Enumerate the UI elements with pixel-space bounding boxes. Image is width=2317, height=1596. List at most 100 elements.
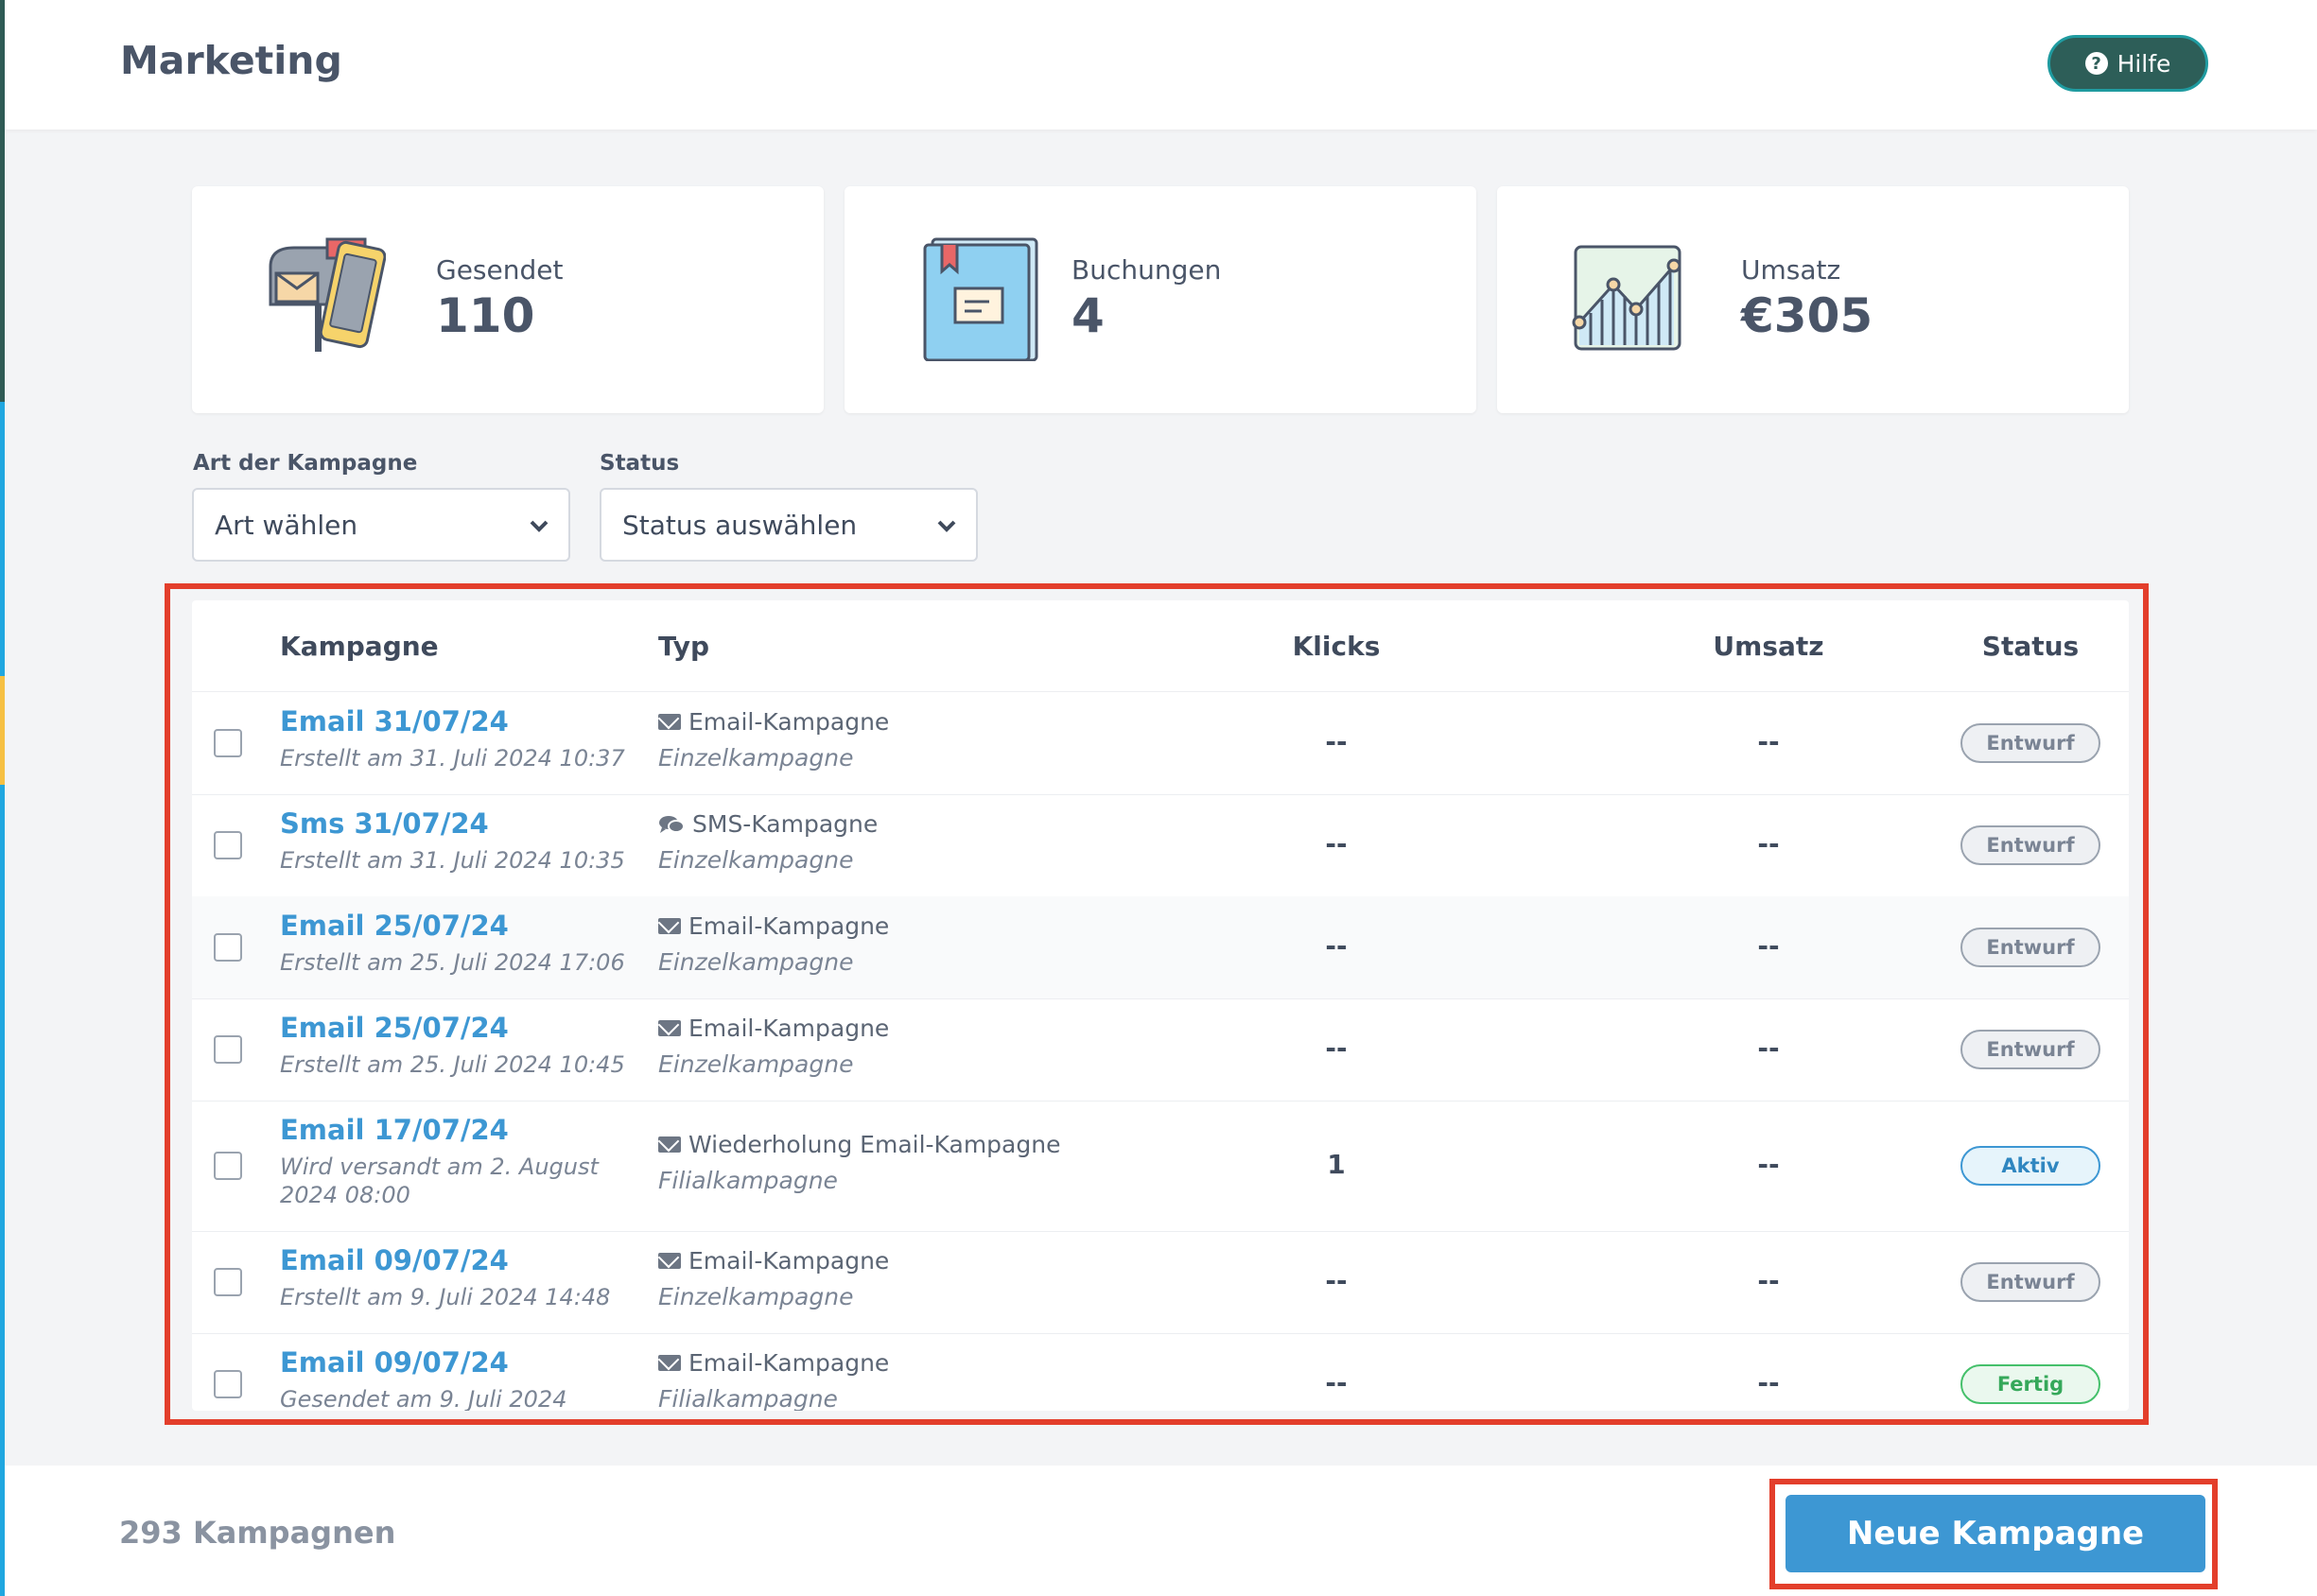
question-circle-icon: ? — [2084, 52, 2108, 75]
campaign-name-link[interactable]: Email 25/07/24 — [280, 1012, 509, 1044]
help-button[interactable]: ? Hilfe — [2047, 35, 2208, 92]
campaign-subtype: Filialkampagne — [658, 1167, 838, 1194]
status-badge: Entwurf — [1960, 1030, 2100, 1069]
select-value: Status auswählen — [622, 509, 858, 541]
revenue-value: -- — [1757, 726, 1780, 757]
col-header-clicks[interactable]: Klicks — [1280, 631, 1393, 662]
envelope-icon — [658, 1355, 681, 1371]
filter-type-label: Art der Kampagne — [193, 451, 418, 476]
envelope-icon — [658, 714, 681, 730]
row-checkbox[interactable] — [214, 1035, 242, 1064]
row-checkbox[interactable] — [214, 831, 242, 859]
campaign-name-link[interactable]: Email 17/07/24 — [280, 1114, 509, 1146]
table-row[interactable]: Email 09/07/24 Erstellt am 9. Juli 2024 … — [192, 1231, 2129, 1334]
help-label: Hilfe — [2117, 49, 2171, 78]
campaign-subtype: Einzelkampagne — [658, 846, 854, 874]
clicks-value: -- — [1325, 726, 1348, 757]
campaign-name-link[interactable]: Email 31/07/24 — [280, 705, 509, 737]
status-badge: Entwurf — [1960, 1262, 2100, 1302]
campaign-type-label: Email-Kampagne — [688, 1247, 890, 1275]
stat-label: Gesendet — [436, 254, 564, 286]
campaign-subtype: Einzelkampagne — [658, 1050, 854, 1078]
campaign-type: SMS-Kampagne — [658, 810, 878, 838]
table-row[interactable]: Email 09/07/24 Gesendet am 9. Juli 2024 … — [192, 1333, 2129, 1411]
table-row[interactable]: Email 25/07/24 Erstellt am 25. Juli 2024… — [192, 896, 2129, 999]
campaign-name-link[interactable]: Email 09/07/24 — [280, 1244, 509, 1276]
campaign-date: Gesendet am 9. Juli 2024 09:49 — [280, 1386, 567, 1411]
col-header-revenue[interactable]: Umsatz — [1712, 631, 1825, 662]
campaign-type: Email-Kampagne — [658, 1247, 889, 1275]
stat-card-sent: Gesendet 110 — [192, 186, 824, 413]
campaign-type-label: Email-Kampagne — [688, 708, 890, 736]
campaign-count: 293 Kampagnen — [119, 1515, 396, 1551]
revenue-value: -- — [1757, 1149, 1780, 1180]
campaign-date: Erstellt am 31. Juli 2024 10:35 — [280, 847, 625, 874]
campaign-date: Erstellt am 31. Juli 2024 10:37 — [280, 745, 625, 772]
campaign-name-link[interactable]: Email 25/07/24 — [280, 910, 509, 942]
clicks-value: -- — [1325, 1032, 1348, 1064]
row-checkbox[interactable] — [214, 1268, 242, 1296]
revenue-chart-icon — [1572, 245, 1681, 351]
campaign-date: Erstellt am 9. Juli 2024 14:48 — [280, 1284, 611, 1310]
table-row[interactable]: Email 17/07/24 Wird versandt am 2. Augus… — [192, 1101, 2129, 1232]
campaign-type: Email-Kampagne — [658, 1015, 889, 1042]
envelope-icon — [658, 918, 681, 934]
stat-value: 4 — [1071, 288, 1105, 343]
campaign-name-link[interactable]: Email 09/07/24 — [280, 1346, 509, 1379]
clicks-value: -- — [1325, 1367, 1348, 1398]
table-row[interactable]: Sms 31/07/24 Erstellt am 31. Juli 2024 1… — [192, 794, 2129, 897]
mailbox-phone-icon — [269, 237, 386, 352]
row-checkbox[interactable] — [214, 1152, 242, 1180]
campaign-type: Email-Kampagne — [658, 708, 889, 736]
revenue-value: -- — [1757, 1265, 1780, 1296]
clicks-value: -- — [1325, 930, 1348, 962]
chevron-down-icon — [937, 520, 956, 532]
status-badge: Aktiv — [1960, 1146, 2100, 1186]
row-checkbox[interactable] — [214, 933, 242, 962]
status-badge: Entwurf — [1960, 825, 2100, 865]
revenue-value: -- — [1757, 1032, 1780, 1064]
chevron-down-icon — [530, 520, 549, 532]
stat-card-revenue: Umsatz €305 — [1497, 186, 2129, 413]
new-campaign-button[interactable]: Neue Kampagne — [1786, 1495, 2205, 1572]
campaign-type-label: Email-Kampagne — [688, 1015, 890, 1042]
revenue-value: -- — [1757, 828, 1780, 859]
row-checkbox[interactable] — [214, 1370, 242, 1398]
campaign-name-link[interactable]: Sms 31/07/24 — [280, 807, 489, 840]
status-badge: Entwurf — [1960, 928, 2100, 967]
campaign-type-label: SMS-Kampagne — [692, 810, 879, 838]
campaign-type-select[interactable]: Art wählen — [192, 488, 570, 562]
table-row[interactable]: Email 25/07/24 Erstellt am 25. Juli 2024… — [192, 998, 2129, 1102]
col-header-type[interactable]: Typ — [658, 631, 709, 662]
col-header-campaign[interactable]: Kampagne — [280, 631, 439, 662]
campaign-subtype: Einzelkampagne — [658, 744, 854, 772]
page-footer: 293 Kampagnen Neue Kampagne — [5, 1466, 2317, 1596]
campaign-type-label: Wiederholung Email-Kampagne — [688, 1131, 1061, 1158]
stat-label: Umsatz — [1741, 254, 1841, 286]
sidebar-edge — [0, 676, 5, 785]
campaign-date: Erstellt am 25. Juli 2024 10:45 — [280, 1051, 625, 1078]
revenue-value: -- — [1757, 1367, 1780, 1398]
campaign-subtype: Einzelkampagne — [658, 948, 854, 976]
campaign-table: Kampagne Typ Klicks Umsatz Status Email … — [192, 600, 2129, 1411]
chat-bubbles-icon — [659, 815, 685, 833]
stat-card-bookings: Buchungen 4 — [845, 186, 1476, 413]
select-value: Art wählen — [215, 509, 358, 541]
campaign-type: Email-Kampagne — [658, 912, 889, 940]
status-select[interactable]: Status auswählen — [600, 488, 978, 562]
campaign-type-label: Email-Kampagne — [688, 1349, 890, 1377]
col-header-status[interactable]: Status — [1960, 631, 2100, 662]
clicks-value: -- — [1325, 1265, 1348, 1296]
page-header: Marketing ? Hilfe — [5, 0, 2317, 130]
stat-label: Buchungen — [1071, 254, 1222, 286]
campaign-subtype: Einzelkampagne — [658, 1283, 854, 1310]
table-row[interactable]: Email 31/07/24 Erstellt am 31. Juli 2024… — [192, 692, 2129, 795]
booking-book-icon — [923, 237, 1038, 361]
status-badge: Entwurf — [1960, 723, 2100, 763]
status-badge: Fertig — [1960, 1364, 2100, 1404]
page-title: Marketing — [120, 38, 342, 83]
revenue-value: -- — [1757, 930, 1780, 962]
row-checkbox[interactable] — [214, 729, 242, 757]
campaign-type: Email-Kampagne — [658, 1349, 889, 1377]
sidebar-edge — [0, 402, 5, 676]
